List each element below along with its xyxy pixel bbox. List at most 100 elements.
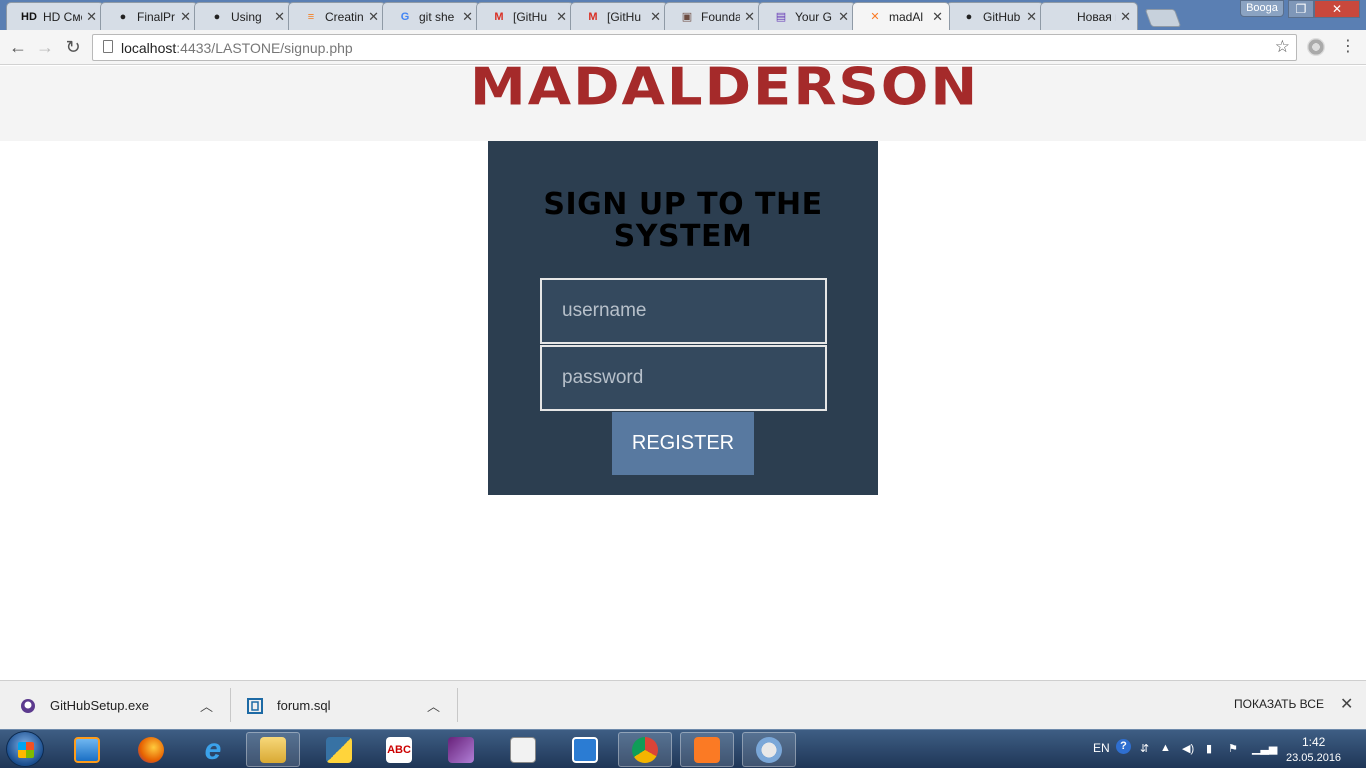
close-icon[interactable]: ✕	[1340, 694, 1353, 714]
xampp-icon: ✕	[870, 11, 880, 23]
browser-tab[interactable]: ● GitHub ✕	[946, 2, 1044, 30]
taskbar-media-player[interactable]	[60, 732, 114, 767]
tab-label: Using	[231, 9, 262, 24]
page-icon	[103, 40, 113, 53]
xampp-icon	[694, 736, 720, 763]
clock-date[interactable]: 23.05.2016	[1286, 752, 1341, 764]
help-icon[interactable]: ?	[1116, 739, 1131, 754]
sql-file-icon	[247, 697, 263, 714]
firefox-icon	[138, 736, 164, 763]
restore-window-button[interactable]: ❐	[1288, 0, 1314, 18]
internet-explorer-icon: e	[204, 732, 222, 766]
tab-close-icon[interactable]: ✕	[462, 9, 473, 25]
visual-studio-icon	[448, 736, 474, 763]
chevron-up-icon[interactable]: ︿	[427, 696, 440, 715]
tab-close-icon[interactable]: ✕	[86, 9, 97, 25]
browser-tab[interactable]: HD HD Смотр ✕	[6, 2, 104, 30]
google-icon: G	[400, 10, 410, 23]
browser-tab[interactable]: M [GitHu ✕	[570, 2, 668, 30]
github-icon: ●	[213, 10, 221, 23]
tab-close-icon[interactable]: ✕	[274, 9, 285, 25]
url-text[interactable]: localhost:4433/LASTONE/signup.php	[121, 40, 353, 56]
password-input[interactable]	[540, 345, 827, 411]
taskbar-brackets[interactable]	[558, 732, 612, 767]
tab-close-icon[interactable]: ✕	[556, 9, 567, 25]
tab-strip: HDHD Смотр✕●FinalPr✕●Using✕≡Creatin✕Ggit…	[0, 0, 1366, 30]
browser-tab[interactable]: ✕ madAl ✕	[852, 2, 950, 30]
show-all-downloads-link[interactable]: ПОКАЗАТЬ ВСЕ	[1234, 697, 1324, 711]
bookmark-star-icon[interactable]: ☆	[1275, 37, 1290, 57]
chevron-up-icon[interactable]: ︿	[200, 696, 213, 715]
github-icon: ●	[119, 10, 127, 23]
browser-tab[interactable]: ≡ Creatin ✕	[288, 2, 386, 30]
signup-card: SIGN UP TO THE SYSTEM REGISTER	[488, 141, 878, 495]
download-filename: forum.sql	[277, 698, 331, 713]
download-item[interactable]: forum.sql ︿	[247, 681, 457, 730]
taskbar-explorer[interactable]	[246, 732, 300, 767]
browser-tab[interactable]: ● Using ✕	[194, 2, 292, 30]
reload-icon[interactable]: ↻	[62, 36, 84, 58]
tab-close-icon[interactable]: ✕	[1120, 9, 1131, 25]
browser-tab[interactable]: Новая вкл ✕	[1040, 2, 1138, 30]
media-player-icon	[74, 736, 100, 763]
username-input[interactable]	[540, 278, 827, 344]
network-adapter-icon[interactable]: ⇵	[1140, 742, 1149, 755]
tab-label: madAl	[889, 9, 924, 24]
start-button[interactable]	[6, 731, 44, 767]
tab-close-icon[interactable]: ✕	[180, 9, 191, 25]
download-item[interactable]: GitHubSetup.exe ︿	[20, 681, 230, 730]
profile-button[interactable]: Booga	[1240, 0, 1284, 17]
show-hidden-icons-icon[interactable]: ▲	[1160, 742, 1171, 754]
taskbar-python[interactable]	[312, 732, 366, 767]
clock-time[interactable]: 1:42	[1302, 735, 1325, 749]
tab-close-icon[interactable]: ✕	[650, 9, 661, 25]
site-logo[interactable]: MADALDERSON	[470, 66, 977, 117]
volume-icon[interactable]: ◀)	[1182, 742, 1194, 755]
tab-label: [GitHu	[513, 9, 548, 24]
tab-close-icon[interactable]: ✕	[744, 9, 755, 25]
tab-close-icon[interactable]: ✕	[932, 9, 943, 25]
paint-icon	[756, 736, 782, 763]
contact-icon: ▣	[681, 11, 693, 23]
signal-icon[interactable]: ▁▃▅	[1252, 742, 1277, 755]
download-filename: GitHubSetup.exe	[50, 698, 150, 713]
tab-label: GitHub	[983, 9, 1021, 24]
action-center-icon[interactable]: ⚑	[1228, 742, 1238, 755]
tab-label: FinalPr	[137, 9, 176, 24]
taskbar-app[interactable]	[496, 732, 550, 767]
extension-icon[interactable]	[1307, 38, 1325, 56]
browser-tab[interactable]: ● FinalPr ✕	[100, 2, 198, 30]
taskbar-abc[interactable]: ABC	[372, 732, 426, 767]
taskbar-firefox[interactable]	[124, 732, 178, 767]
tab-close-icon[interactable]: ✕	[1026, 9, 1037, 25]
browser-tab[interactable]: M [GitHu ✕	[476, 2, 574, 30]
tab-label: Creatin	[325, 9, 364, 24]
forward-arrow-icon[interactable]: →	[34, 36, 56, 58]
back-arrow-icon[interactable]: ←	[7, 36, 29, 58]
new-tab-button[interactable]	[1144, 9, 1182, 27]
windows-logo-icon	[18, 742, 34, 758]
register-button[interactable]: REGISTER	[612, 412, 754, 475]
taskbar-paint[interactable]	[742, 732, 796, 767]
language-indicator[interactable]: EN	[1093, 741, 1110, 755]
address-bar[interactable]: localhost:4433/LASTONE/signup.php ☆	[92, 34, 1297, 61]
download-divider	[230, 688, 231, 722]
signup-title: SIGN UP TO THE SYSTEM	[543, 187, 823, 254]
browser-tab[interactable]: Ggit she ✕	[382, 2, 480, 30]
browser-tab[interactable]: ▤ Your G ✕	[758, 2, 856, 30]
battery-icon[interactable]: ▮	[1206, 742, 1212, 755]
browser-tab[interactable]: ▣ Founda ✕	[664, 2, 762, 30]
tab-close-icon[interactable]: ✕	[368, 9, 379, 25]
windows-taskbar: e ABC EN ? ⇵ ▲ ◀) ▮ ⚑ ▁▃▅ 1:42 23.05.201…	[0, 729, 1366, 768]
github-icon: ●	[965, 10, 973, 23]
menu-icon[interactable]: ⋮	[1340, 37, 1356, 57]
download-divider	[457, 688, 458, 722]
close-window-button[interactable]: ✕	[1314, 0, 1360, 18]
taskbar-visual-studio[interactable]	[434, 732, 488, 767]
tab-close-icon[interactable]: ✕	[838, 9, 849, 25]
form-icon: ▤	[775, 11, 787, 23]
python-icon	[326, 736, 352, 763]
taskbar-internet-explorer[interactable]: e	[186, 732, 240, 767]
taskbar-xampp[interactable]	[680, 732, 734, 767]
taskbar-chrome[interactable]	[618, 732, 672, 767]
